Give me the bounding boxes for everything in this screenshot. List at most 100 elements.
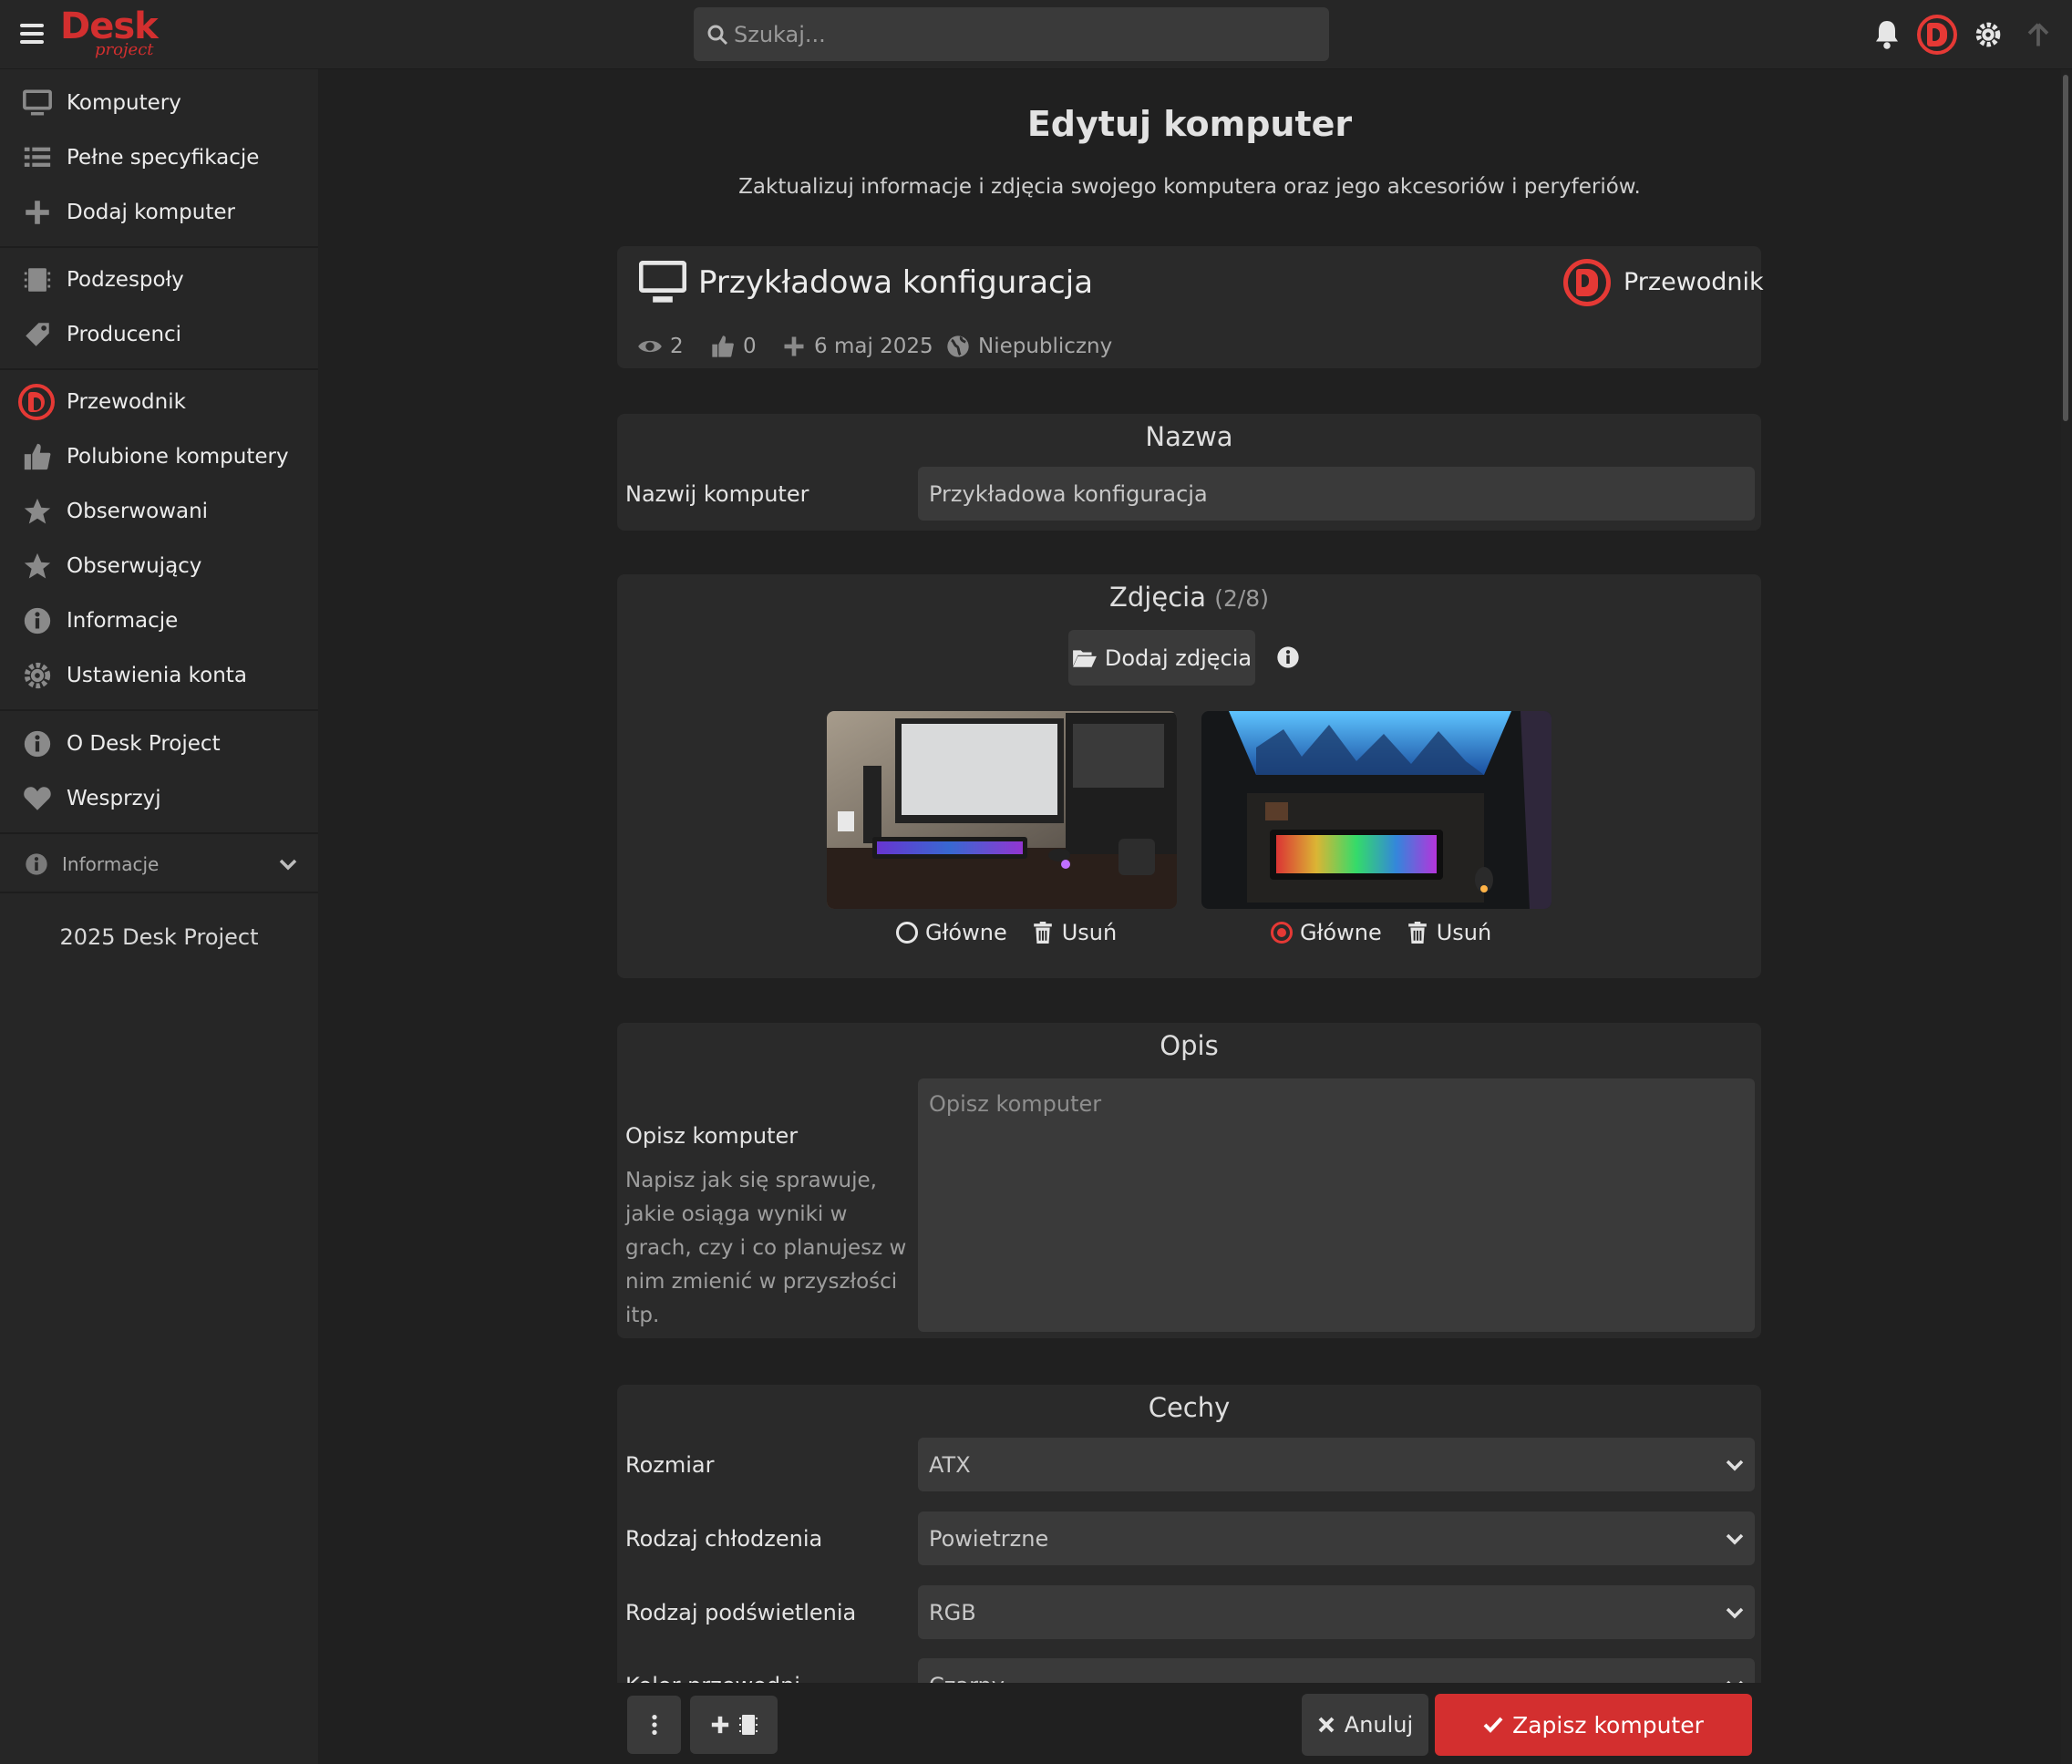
owner-name[interactable]: Przewodnik — [1624, 268, 1764, 296]
views-count: 2 — [637, 334, 684, 359]
sidebar-item-label: Pełne specyfikacje — [67, 146, 260, 170]
gear-icon[interactable] — [1974, 20, 2003, 49]
add-photos-label: Dodaj zdjęcia — [1104, 645, 1252, 671]
logo[interactable]: Desk project — [60, 5, 162, 60]
scroll-top-icon[interactable] — [2025, 20, 2052, 49]
sidebar-item-label: Podzespoły — [67, 268, 184, 292]
bell-icon[interactable] — [1871, 18, 1903, 51]
main-photo-radio[interactable]: Główne — [896, 920, 1007, 945]
sidebar-divider — [0, 832, 318, 834]
sidebar-item-pelne-specyfikacje[interactable]: Pełne specyfikacje — [0, 131, 318, 184]
lighting-select[interactable]: RGB — [918, 1585, 1755, 1639]
sidebar-item-komputery[interactable]: Komputery — [0, 77, 318, 129]
sidebar-item-podzespoly[interactable]: Podzespoły — [0, 253, 318, 306]
sidebar-divider — [0, 709, 318, 711]
save-computer-button[interactable]: Zapisz komputer — [1435, 1694, 1752, 1756]
main-photo-radio[interactable]: Główne — [1271, 920, 1382, 945]
visibility-status: Niepubliczny — [945, 334, 1112, 359]
computer-header-card: Przykładowa konfiguracja Przewodnik 2 0 … — [617, 246, 1764, 368]
folder-open-icon — [1072, 649, 1097, 667]
gear-icon — [24, 662, 51, 689]
trash-icon — [1033, 922, 1052, 944]
user-avatar[interactable] — [1917, 15, 1957, 55]
globe-icon — [947, 335, 969, 357]
monitor-icon — [23, 89, 52, 116]
sidebar-item-wesprzyj[interactable]: Wesprzyj — [0, 772, 318, 825]
sidebar-item-dodaj-komputer[interactable]: Dodaj komputer — [0, 186, 318, 239]
name-section: Nazwa Nazwij komputer Przykładowa konfig… — [617, 414, 1761, 531]
chevron-down-icon — [1726, 1460, 1744, 1471]
sidebar-item-producenci[interactable]: Producenci — [0, 308, 318, 361]
more-options-button[interactable] — [627, 1696, 681, 1754]
name-input[interactable]: Przykładowa konfiguracja — [918, 467, 1755, 521]
sidebar-item-label: Przewodnik — [67, 390, 186, 414]
info-icon — [26, 853, 47, 875]
computer-name: Przykładowa konfiguracja — [698, 264, 1094, 301]
page-subtitle: Zaktualizuj informacje i zdjęcia swojego… — [738, 175, 1641, 199]
trash-icon — [1407, 922, 1427, 944]
info-icon — [24, 607, 51, 634]
sidebar-item-label: Obserwowani — [67, 500, 209, 523]
sidebar-item-label: Informacje — [67, 609, 179, 633]
desk-photo-image — [1201, 711, 1551, 909]
delete-photo-button[interactable]: Usuń — [1407, 920, 1492, 945]
sidebar-item-polubione-komputery[interactable]: Polubione komputery — [0, 430, 318, 483]
sidebar-item-label: Ustawienia konta — [67, 664, 247, 687]
owner-avatar[interactable] — [1563, 259, 1611, 306]
page-scrollbar-thumb[interactable] — [2063, 75, 2068, 421]
cancel-button[interactable]: Anuluj — [1302, 1694, 1428, 1756]
sidebar-collapsible-informacje[interactable]: Informacje — [0, 838, 318, 891]
section-title: Zdjęcia (2/8) — [617, 582, 1761, 613]
description-label: Opisz komputer — [625, 1123, 799, 1149]
cooling-select[interactable]: Powietrzne — [918, 1511, 1755, 1565]
feature-label-size: Rozmiar — [625, 1452, 715, 1478]
main-photo-label: Główne — [925, 920, 1007, 945]
sidebar-item-przewodnik[interactable]: Przewodnik — [0, 376, 318, 428]
star-icon — [24, 498, 51, 524]
add-photos-button[interactable]: Dodaj zdjęcia — [1068, 630, 1255, 686]
sidebar-item-informacje[interactable]: Informacje — [0, 594, 318, 647]
info-icon[interactable] — [1275, 645, 1301, 670]
sidebar-item-obserwowani[interactable]: Obserwowani — [0, 485, 318, 538]
likes-value: 0 — [743, 335, 757, 358]
description-help: Napisz jak się sprawuje, jakie osiąga wy… — [625, 1169, 907, 1327]
vertical-dots-icon — [651, 1714, 657, 1736]
check-icon — [1483, 1717, 1503, 1733]
desk-photo-image — [827, 711, 1177, 909]
sidebar-divider — [0, 246, 318, 248]
search-icon — [707, 25, 728, 46]
sidebar-item-obserwujacy[interactable]: Obserwujący — [0, 540, 318, 593]
photo-1-controls: Główne Usuń — [896, 920, 1117, 945]
sidebar-item-ustawienia-konta[interactable]: Ustawienia konta — [0, 649, 318, 702]
plus-icon — [784, 336, 804, 356]
add-component-button[interactable] — [690, 1696, 778, 1754]
description-section: Opis Opisz komputer Napisz jak się spraw… — [617, 1023, 1761, 1338]
feature-label-cooling: Rodzaj chłodzenia — [625, 1526, 823, 1552]
section-title: Cechy — [1148, 1392, 1231, 1423]
avatar-icon — [18, 384, 55, 420]
created-date: 6 maj 2025 — [781, 334, 933, 359]
photo-thumbnail[interactable] — [827, 711, 1177, 909]
list-icon — [24, 147, 51, 167]
sidebar-item-label: Komputery — [67, 91, 181, 115]
plus-icon — [711, 1716, 729, 1734]
delete-photo-button[interactable]: Usuń — [1033, 920, 1118, 945]
photos-count: (2/8) — [1214, 585, 1269, 612]
delete-photo-label: Usuń — [1436, 920, 1492, 945]
collapsible-label: Informacje — [62, 853, 160, 875]
photo-thumbnail[interactable] — [1201, 711, 1551, 909]
visibility-value: Niepubliczny — [978, 335, 1113, 358]
likes-count: 0 — [710, 334, 757, 359]
sidebar-item-o-desk-project[interactable]: O Desk Project — [0, 717, 318, 770]
thumbs-up-icon — [24, 443, 51, 470]
description-textarea[interactable]: Opisz komputer — [918, 1078, 1755, 1332]
size-select[interactable]: ATX — [918, 1438, 1755, 1491]
photo-2-controls: Główne Usuń — [1271, 920, 1491, 945]
star-icon — [24, 552, 51, 579]
search-bar[interactable] — [694, 7, 1329, 61]
delete-photo-label: Usuń — [1061, 920, 1118, 945]
chevron-down-icon[interactable] — [277, 853, 299, 875]
search-input[interactable] — [734, 7, 1317, 61]
hamburger-menu-icon[interactable] — [20, 24, 44, 44]
close-icon — [1318, 1717, 1335, 1733]
